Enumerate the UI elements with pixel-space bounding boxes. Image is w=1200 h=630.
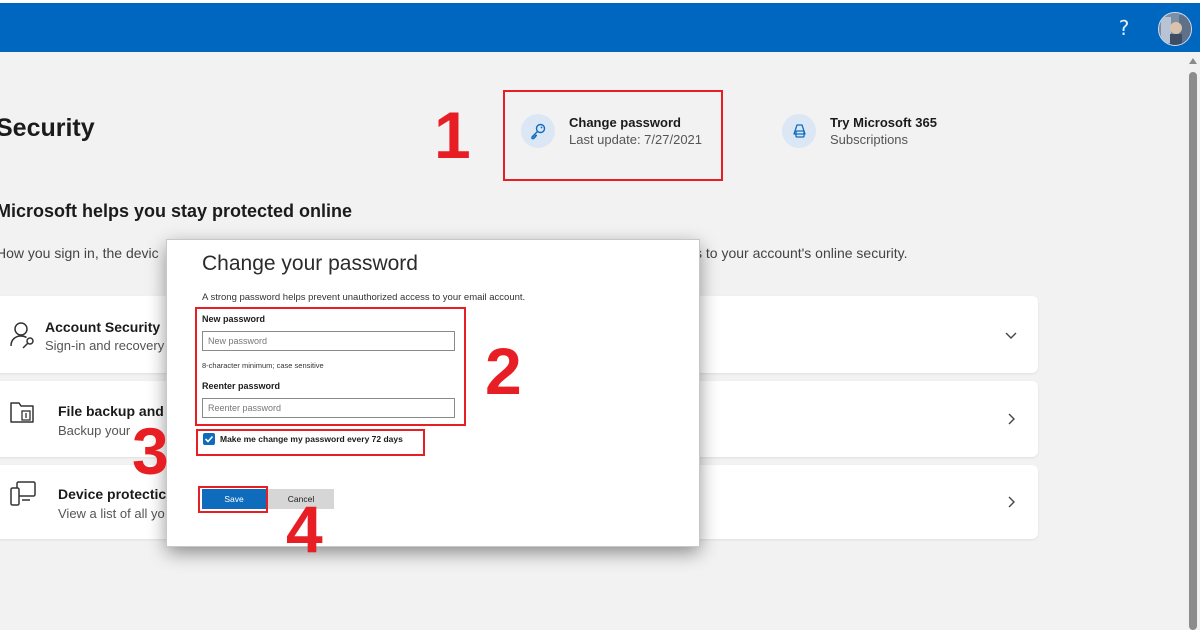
section-description-right: s to your account's online security. <box>695 245 908 261</box>
device-protection-title: Device protectic <box>58 486 167 502</box>
annotation-number-1: 1 <box>434 98 471 172</box>
annotation-box-password-fields <box>195 307 466 426</box>
account-security-title: Account Security <box>45 319 161 335</box>
chevron-down-icon[interactable] <box>1004 328 1018 342</box>
scroll-up-arrow-icon[interactable] <box>1189 58 1197 64</box>
microsoft365-icon <box>782 114 816 148</box>
page-title: Security <box>0 114 95 142</box>
avatar[interactable] <box>1158 12 1192 46</box>
annotation-box-change-password <box>503 90 723 181</box>
file-backup-subtitle: Backup your <box>58 423 131 438</box>
try-microsoft365-title: Try Microsoft 365 <box>830 115 937 130</box>
annotation-box-save <box>198 486 268 513</box>
try-microsoft365-subtitle: Subscriptions <box>830 132 909 147</box>
section-description-left: How you sign in, the devic <box>0 245 159 261</box>
folder-backup-icon <box>10 402 34 423</box>
device-protection-subtitle: View a list of all yo <box>58 506 165 521</box>
annotation-number-2: 2 <box>485 334 522 408</box>
try-microsoft365-link[interactable]: Try Microsoft 365 Subscriptions <box>782 114 937 148</box>
account-security-subtitle: Sign-in and recovery <box>45 338 165 353</box>
chevron-right-icon[interactable] <box>1004 412 1018 426</box>
chevron-right-icon[interactable] <box>1004 495 1018 509</box>
help-icon[interactable]: ? <box>1112 15 1136 41</box>
avatar-photo-icon <box>1159 13 1191 45</box>
page-scrollbar[interactable] <box>1186 52 1200 630</box>
device-icon <box>10 481 36 506</box>
top-bar: ? <box>0 0 1200 52</box>
scrollbar-thumb[interactable] <box>1189 72 1197 630</box>
annotation-number-4: 4 <box>286 492 323 566</box>
dialog-description: A strong password helps prevent unauthor… <box>202 292 526 303</box>
account-key-icon <box>10 322 34 349</box>
dialog-title: Change your password <box>202 252 418 275</box>
annotation-box-checkbox <box>196 429 425 456</box>
annotation-number-3: 3 <box>132 414 169 488</box>
section-heading: Microsoft helps you stay protected onlin… <box>0 201 353 221</box>
